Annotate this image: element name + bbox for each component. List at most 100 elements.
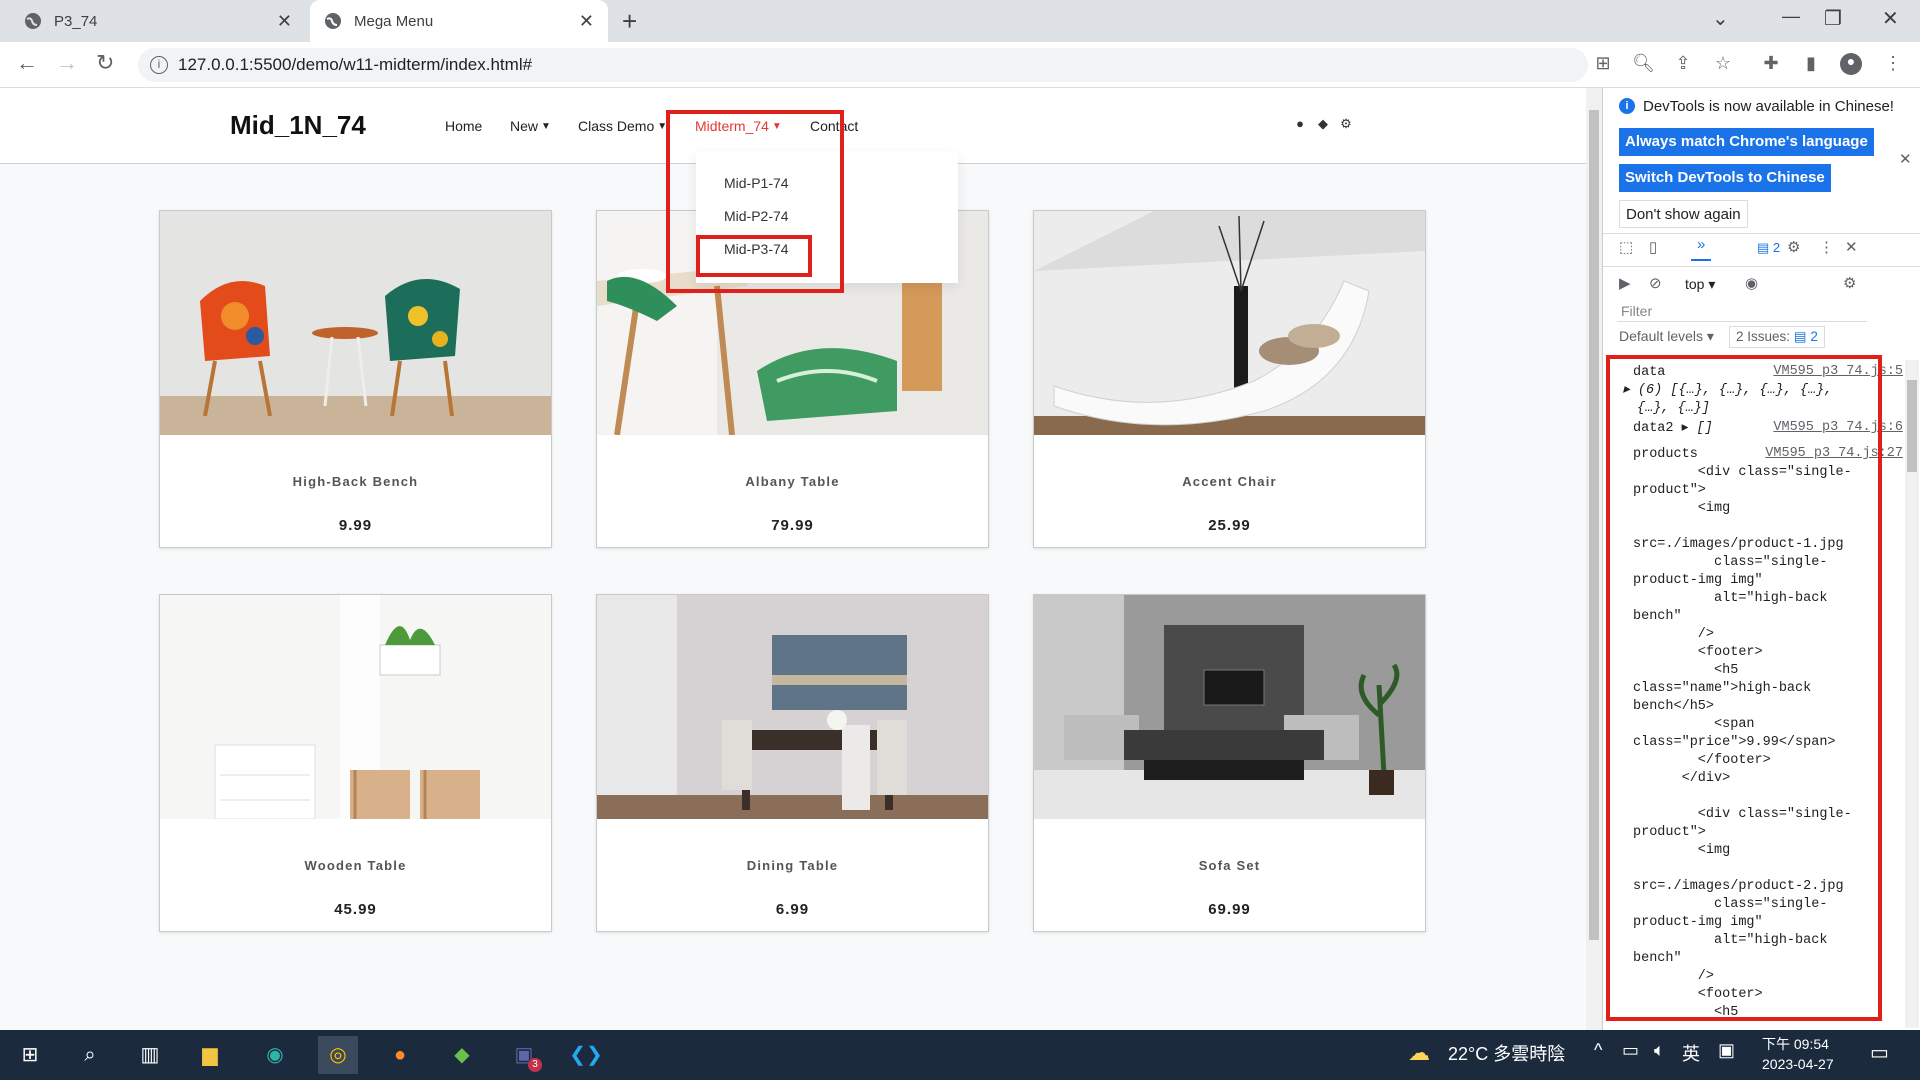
weather-text[interactable]: 22°C 多雲時陰	[1448, 1040, 1565, 1066]
git-tool-icon[interactable]: ◆	[442, 1036, 482, 1074]
notification-icon[interactable]: ▭	[1870, 1040, 1889, 1065]
product-image-dining-table	[597, 595, 988, 819]
tab-p3[interactable]: P3_74 ✕	[10, 0, 306, 42]
product-name: Accent Chair	[1182, 474, 1277, 489]
product-card[interactable]: Sofa Set 69.99	[1033, 594, 1426, 932]
firefox-icon[interactable]: ●	[380, 1036, 420, 1074]
share-icon[interactable]: ⇪	[1672, 53, 1694, 75]
task-view-icon[interactable]: ▥	[130, 1036, 170, 1074]
nav-label: Home	[445, 118, 483, 134]
back-button[interactable]: ←	[16, 50, 38, 76]
windows-start-icon[interactable]: ⊞	[10, 1036, 50, 1074]
site-brand[interactable]: Mid_1N_74	[230, 110, 366, 141]
tray-chevron-icon[interactable]: ^	[1594, 1040, 1602, 1061]
restore-button[interactable]: ❐	[1824, 6, 1842, 31]
product-card[interactable]: High-Back Bench 9.99	[159, 210, 552, 548]
dont-show-again-button[interactable]: Don't show again	[1619, 200, 1748, 228]
profile-avatar[interactable]: ●	[1840, 53, 1862, 75]
filter-placeholder: Filter	[1621, 303, 1653, 319]
live-expression-eye-icon[interactable]: ◉	[1745, 274, 1758, 292]
close-notice-icon[interactable]: ✕	[1899, 150, 1912, 168]
page-scrollbar-thumb[interactable]	[1589, 110, 1599, 940]
search-icon[interactable]: ⌕	[70, 1036, 110, 1074]
nav-new[interactable]: New ▼	[510, 118, 551, 134]
close-devtools-icon[interactable]: ✕	[1845, 238, 1858, 256]
translate-icon[interactable]: ⊞	[1592, 53, 1614, 75]
reload-button[interactable]: ↻	[96, 50, 114, 76]
tab-search-chevron-icon[interactable]: ⌄	[1712, 6, 1729, 31]
network-icon[interactable]: ▭	[1622, 1040, 1639, 1061]
product-image-accent-chair	[1034, 211, 1425, 435]
page-viewport: Mid_1N_74 Home New ▼ Class Demo ▼ Midterm_…	[0, 88, 1586, 1030]
product-name: Wooden Table	[304, 858, 407, 873]
product-price: 79.99	[771, 517, 814, 534]
issues-button[interactable]: 2 Issues: ▤ 2	[1729, 326, 1825, 348]
levels-label: Default levels	[1619, 328, 1704, 344]
close-tab-icon[interactable]: ✕	[579, 11, 594, 32]
menu-kebab-icon[interactable]: ⋮	[1882, 53, 1904, 75]
edge-icon[interactable]: ◉	[255, 1036, 295, 1074]
highlight-box-console	[1606, 355, 1882, 1021]
close-tab-icon[interactable]: ✕	[277, 11, 292, 32]
device-toolbar-icon[interactable]: ▯	[1649, 238, 1657, 256]
console-filter-input[interactable]: Filter	[1617, 300, 1867, 322]
tab-mega-menu[interactable]: Mega Menu ✕	[310, 0, 608, 42]
tab-title: P3_74	[54, 12, 98, 30]
globe-icon	[25, 13, 41, 29]
highlight-box-p3	[696, 235, 812, 277]
nav-label: New	[510, 118, 539, 134]
git-icon[interactable]: ◆	[1315, 116, 1331, 132]
vscode-icon[interactable]: ❮❯	[566, 1036, 606, 1074]
inspect-element-icon[interactable]: ⬚	[1619, 238, 1633, 256]
chrome-icon[interactable]: ◎	[318, 1036, 358, 1074]
clear-console-icon[interactable]: ⊘	[1649, 274, 1662, 292]
bookmark-star-icon[interactable]: ☆	[1712, 53, 1734, 75]
side-panel-icon[interactable]: ▮	[1800, 53, 1822, 75]
context-select[interactable]: top ▾	[1685, 276, 1715, 293]
forward-button[interactable]: →	[56, 50, 78, 76]
gear-icon[interactable]: ⚙	[1338, 116, 1354, 132]
nav-class-demo[interactable]: Class Demo ▼	[578, 118, 667, 134]
info-icon: i	[1619, 98, 1635, 114]
sidebar-toggle-icon[interactable]: ▶	[1619, 274, 1631, 292]
zoom-icon[interactable]: 🔍︎	[1632, 53, 1655, 75]
product-price: 25.99	[1208, 517, 1251, 534]
teams-icon[interactable]: ▣ 3	[504, 1036, 544, 1074]
product-card[interactable]: Wooden Table 45.99	[159, 594, 552, 932]
product-card[interactable]: Dining Table 6.99	[596, 594, 989, 932]
always-match-language-button[interactable]: Always match Chrome's language	[1619, 128, 1874, 156]
file-explorer-icon[interactable]: ▆	[190, 1036, 230, 1074]
ime-indicator[interactable]: 英	[1682, 1040, 1700, 1066]
product-card[interactable]: Accent Chair 25.99	[1033, 210, 1426, 548]
messages-badge[interactable]: ▤ 2	[1757, 240, 1780, 256]
issues-count: ▤ 2	[1793, 329, 1818, 344]
close-window-button[interactable]: ✕	[1882, 6, 1899, 31]
address-bar[interactable]: 127.0.0.1:5500/demo/w11-midterm/index.ht…	[138, 48, 1588, 82]
devtools-menu-icon[interactable]: ⋮	[1819, 238, 1834, 256]
clock-time[interactable]: 下午 09:54	[1762, 1034, 1829, 1054]
more-tabs-icon[interactable]: »	[1691, 236, 1712, 261]
new-tab-button[interactable]: +	[622, 6, 637, 37]
issues-label: 2 Issues:	[1736, 329, 1791, 344]
console-scrollbar-thumb[interactable]	[1907, 380, 1917, 472]
teams-badge: 3	[528, 1058, 542, 1072]
nav-home[interactable]: Home	[445, 118, 482, 134]
clock-date[interactable]: 2023-04-27	[1762, 1056, 1834, 1072]
settings-gear-icon[interactable]: ⚙	[1787, 238, 1800, 256]
default-levels-select[interactable]: Default levels ▾	[1619, 328, 1714, 345]
nav-label: Class Demo	[578, 118, 655, 134]
chevron-down-icon: ▼	[541, 120, 551, 132]
weather-cloud-icon[interactable]: ☁	[1408, 1040, 1430, 1066]
volume-muted-icon[interactable]: 🔈︎	[1654, 1040, 1665, 1061]
product-image-high-back-bench	[160, 211, 551, 435]
site-info-icon[interactable]: i	[150, 56, 168, 74]
product-price: 9.99	[338, 517, 373, 534]
github-icon[interactable]: ●	[1292, 116, 1308, 132]
ime-mode-icon[interactable]: ▣	[1718, 1040, 1735, 1061]
tab-title: Mega Menu	[354, 12, 434, 30]
minimize-button[interactable]: —	[1782, 6, 1800, 27]
context-label: top	[1685, 276, 1705, 292]
switch-to-chinese-button[interactable]: Switch DevTools to Chinese	[1619, 164, 1831, 192]
console-settings-icon[interactable]: ⚙	[1843, 274, 1856, 292]
extensions-icon[interactable]: ✚	[1760, 53, 1782, 75]
